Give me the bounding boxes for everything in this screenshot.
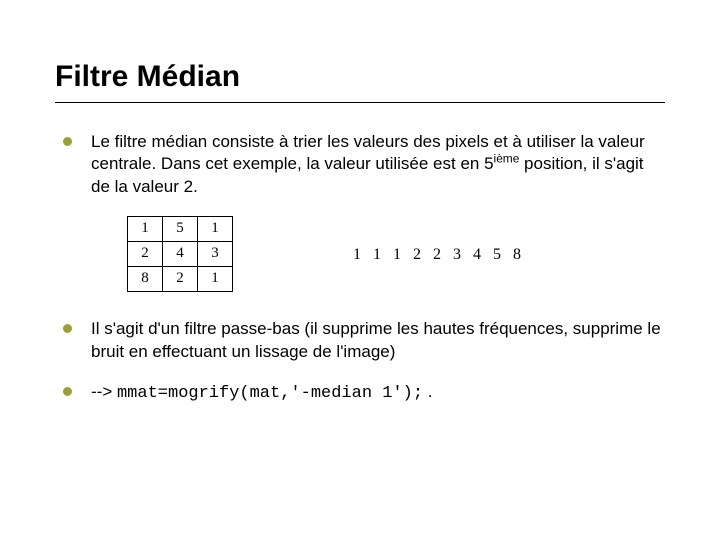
grid-cell: 5 xyxy=(163,217,198,242)
page-title: Filtre Médian xyxy=(55,60,665,94)
grid-cell: 4 xyxy=(163,242,198,267)
grid-cell: 1 xyxy=(198,217,233,242)
bullet-item-3: --> mmat=mogrify(mat,'-median 1'); . xyxy=(55,381,665,405)
pixel-grid: 1 5 1 2 4 3 8 2 1 xyxy=(127,216,233,292)
bullet-3-suffix: . xyxy=(423,382,432,401)
bullet-1-superscript: ième xyxy=(494,152,520,166)
bullet-item-2: Il s'agit d'un filtre passe-bas (il supp… xyxy=(55,318,665,363)
bullet-list: Le filtre médian consiste à trier les va… xyxy=(55,131,665,406)
bullet-item-1: Le filtre médian consiste à trier les va… xyxy=(55,131,665,292)
figure-row: 1 5 1 2 4 3 8 2 1 1 1 1 2 2 3 4 xyxy=(127,216,665,292)
grid-cell: 2 xyxy=(128,242,163,267)
title-underline xyxy=(55,102,665,103)
grid-cell: 3 xyxy=(198,242,233,267)
sorted-values: 1 1 1 2 2 3 4 5 8 xyxy=(353,244,525,265)
grid-cell: 2 xyxy=(163,267,198,292)
bullet-3-code: mmat=mogrify(mat,'-median 1'); xyxy=(117,384,423,403)
grid-cell: 1 xyxy=(128,217,163,242)
slide: Filtre Médian Le filtre médian consiste … xyxy=(0,0,720,540)
grid-cell: 8 xyxy=(128,267,163,292)
bullet-3-prefix: --> xyxy=(91,382,117,401)
grid-cell: 1 xyxy=(198,267,233,292)
